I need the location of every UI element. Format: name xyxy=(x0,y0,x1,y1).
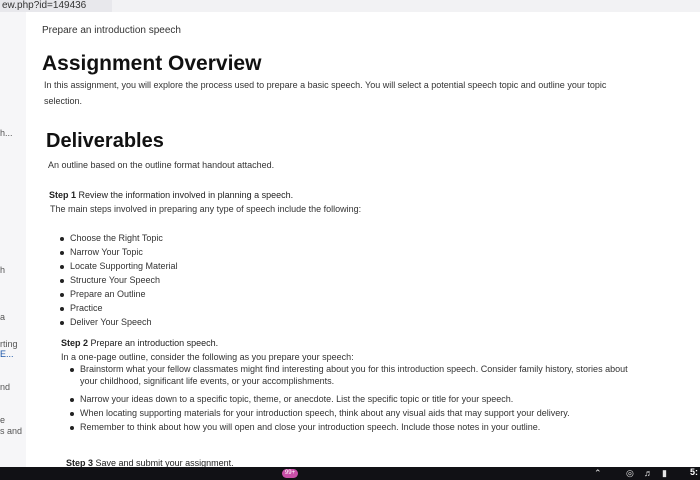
breadcrumb[interactable]: Prepare an introduction speech xyxy=(42,25,181,36)
sidebar-item[interactable]: s and xyxy=(0,426,22,436)
intro-text: In this assignment, you will explore the… xyxy=(44,80,607,90)
sidebar-item[interactable]: a xyxy=(0,312,5,322)
battery-icon[interactable]: ▮ xyxy=(662,468,667,479)
step1-text: Review the information involved in plann… xyxy=(78,190,294,200)
course-nav-sidebar: h... h a rting E... nd e s and xyxy=(0,12,27,467)
list-item: Deliver Your Speech xyxy=(60,317,152,327)
deliverables-heading: Deliverables xyxy=(46,130,164,152)
chevron-up-icon[interactable]: ⌃ xyxy=(594,468,602,479)
sidebar-item[interactable]: e xyxy=(0,415,5,425)
sidebar-item[interactable]: nd xyxy=(0,382,10,392)
notification-badge[interactable]: 99+ xyxy=(282,469,298,478)
sidebar-item[interactable]: h xyxy=(0,265,5,275)
clock[interactable]: 5: xyxy=(690,467,698,477)
wifi-icon[interactable]: ◎ xyxy=(626,468,634,479)
page-title: Assignment Overview xyxy=(42,52,262,75)
list-item: Narrow your ideas down to a specific top… xyxy=(69,394,514,404)
list-item: When locating supporting materials for y… xyxy=(70,408,570,418)
intro-text-continued: selection. xyxy=(44,96,83,106)
step2-heading: Step 2 Prepare an introduction speech. xyxy=(61,338,218,348)
taskbar: 99+ ⌃ ◎ ♬ ▮ 5: xyxy=(0,467,700,480)
screen: ew.php?id=149436 h... h a rting E... nd … xyxy=(0,0,700,480)
volume-icon[interactable]: ♬ xyxy=(644,468,653,478)
list-item: Structure Your Speech xyxy=(59,275,161,285)
list-item: Brainstorm what your fellow classmates m… xyxy=(70,364,628,374)
step1-label: Step 1 xyxy=(49,190,77,200)
assignment-content: Prepare an introduction speech Assignmen… xyxy=(26,12,700,468)
step1-subtext: The main steps involved in preparing any… xyxy=(50,204,362,214)
address-bar[interactable]: ew.php?id=149436 xyxy=(0,0,112,12)
list-item-continued: your childhood, significant life events,… xyxy=(80,376,335,386)
list-item: Locate Supporting Material xyxy=(60,261,178,271)
list-item: Prepare an Outline xyxy=(60,289,146,299)
list-item: Remember to think about how you will ope… xyxy=(69,422,541,432)
step1-heading: Step 1 Review the information involved i… xyxy=(49,190,293,200)
list-item: Practice xyxy=(60,303,103,313)
sidebar-item[interactable]: h... xyxy=(0,128,13,138)
list-item: Narrow Your Topic xyxy=(60,247,143,257)
sidebar-link[interactable]: E... xyxy=(0,349,14,359)
step2-subtext: In a one-page outline, consider the foll… xyxy=(61,352,354,362)
step2-label: Step 2 xyxy=(61,338,89,348)
sidebar-item[interactable]: rting xyxy=(0,339,18,349)
deliverables-text: An outline based on the outline format h… xyxy=(48,160,275,170)
list-item: Choose the Right Topic xyxy=(60,233,163,243)
step2-text: Prepare an introduction speech. xyxy=(90,338,219,348)
